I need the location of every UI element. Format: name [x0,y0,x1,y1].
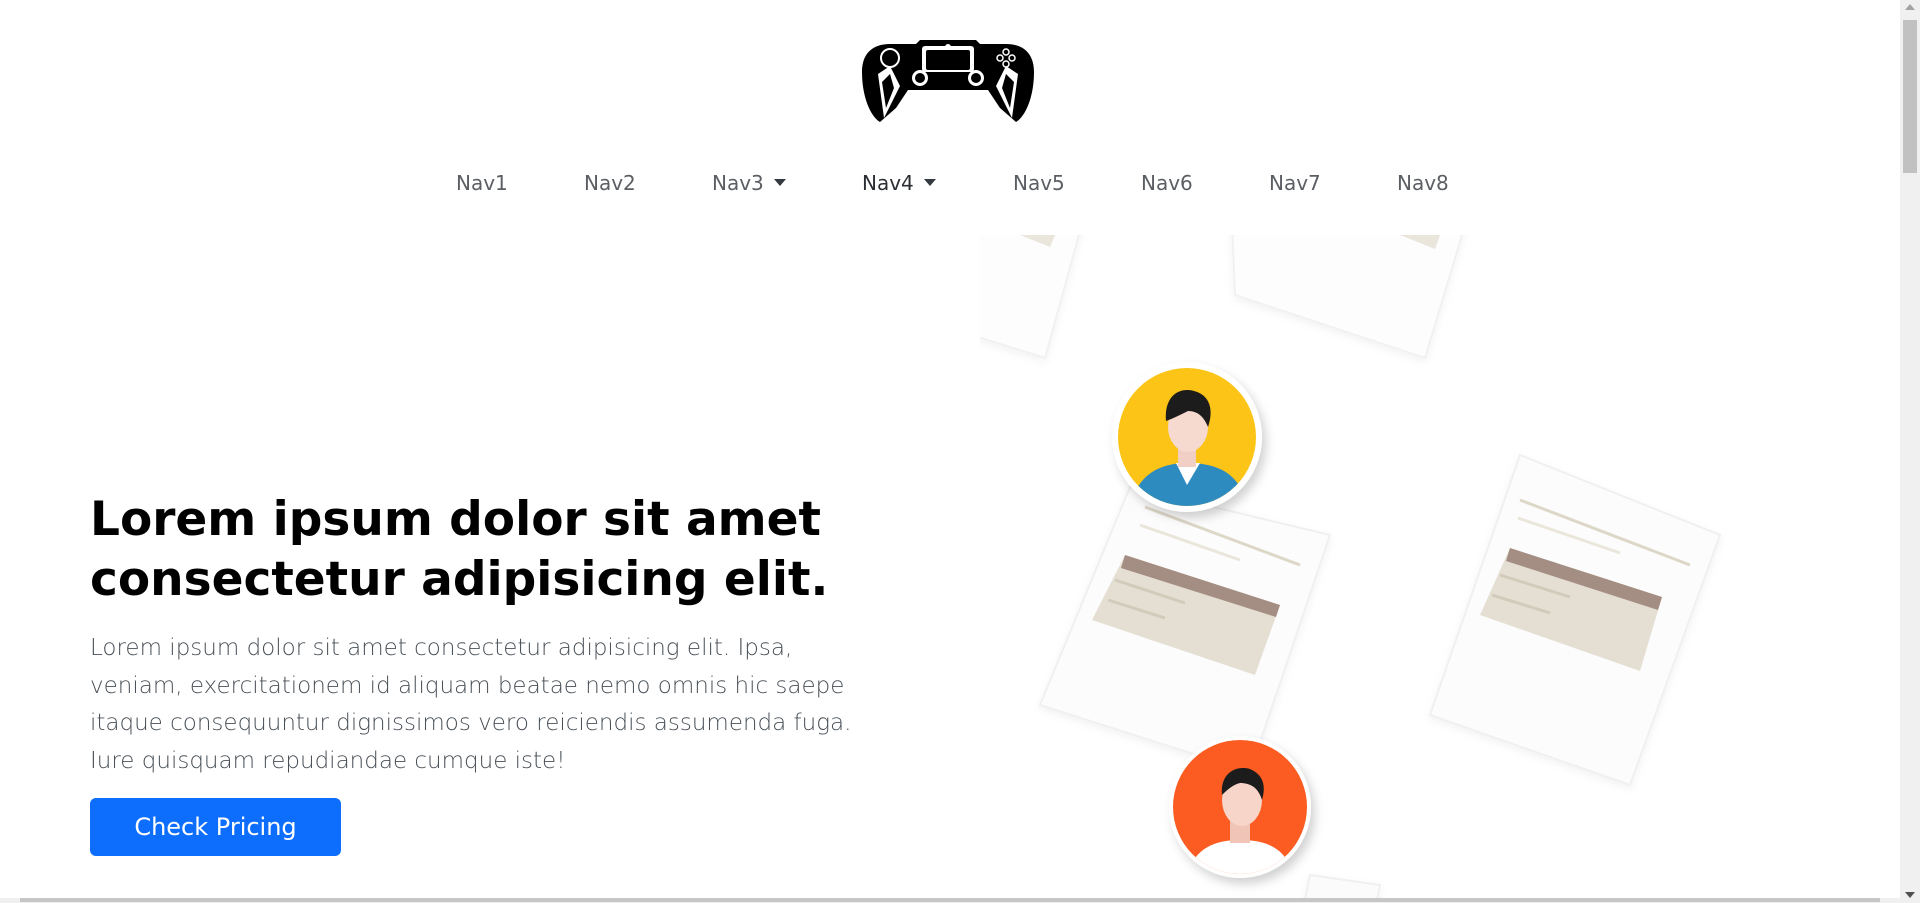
nav-item-label: Nav1 [456,171,508,195]
scrollbar-thumb[interactable] [20,898,1880,902]
nav-item-nav8[interactable]: Nav8 [1397,166,1449,200]
nav-item-label: Nav8 [1397,171,1449,195]
hero-title: Lorem ipsum dolor sit amet consectetur a… [90,492,829,607]
nav-item-nav3[interactable]: Nav3 [712,166,786,200]
caret-down-icon [923,179,936,186]
nav-item-nav5[interactable]: Nav5 [1013,166,1065,200]
caret-down-icon [773,179,786,186]
nav-item-label: Nav6 [1141,171,1193,195]
scroll-up-arrow-icon[interactable] [1905,4,1915,10]
vertical-scrollbar[interactable] [1900,0,1920,903]
nav-item-label: Nav5 [1013,171,1065,195]
nav-item-nav2[interactable]: Nav2 [584,166,636,200]
main-nav: Nav1 Nav2 Nav3 Nav4 Nav5 Nav6 Nav7 Nav8 [0,166,1900,200]
nav-item-nav1[interactable]: Nav1 [456,166,508,200]
nav-item-label: Nav7 [1269,171,1321,195]
paper-card [1231,235,1464,360]
nav-item-label: Nav2 [584,171,636,195]
scrollbar-thumb[interactable] [1903,20,1917,173]
hero-illustration [980,235,1722,898]
scroll-down-arrow-icon[interactable] [1905,892,1915,898]
check-pricing-button[interactable]: Check Pricing [90,798,341,856]
gamepad-logo-icon[interactable] [860,38,1036,124]
document-card [1428,453,1722,787]
nav-item-nav6[interactable]: Nav6 [1141,166,1193,200]
page-viewport: Nav1 Nav2 Nav3 Nav4 Nav5 Nav6 Nav7 Nav8 … [0,0,1900,898]
person-avatar-icon [1112,362,1262,512]
person-avatar-icon [1169,736,1311,878]
paper-card [980,235,1080,360]
document-card [1038,485,1332,774]
nav-item-label: Nav4 [862,171,914,195]
nav-item-nav4[interactable]: Nav4 [862,166,936,200]
nav-item-nav7[interactable]: Nav7 [1269,166,1321,200]
hero-description: Lorem ipsum dolor sit amet consectetur a… [90,635,852,774]
nav-item-label: Nav3 [712,171,764,195]
horizontal-scrollbar[interactable] [0,898,1900,903]
paper-card [1304,873,1382,898]
